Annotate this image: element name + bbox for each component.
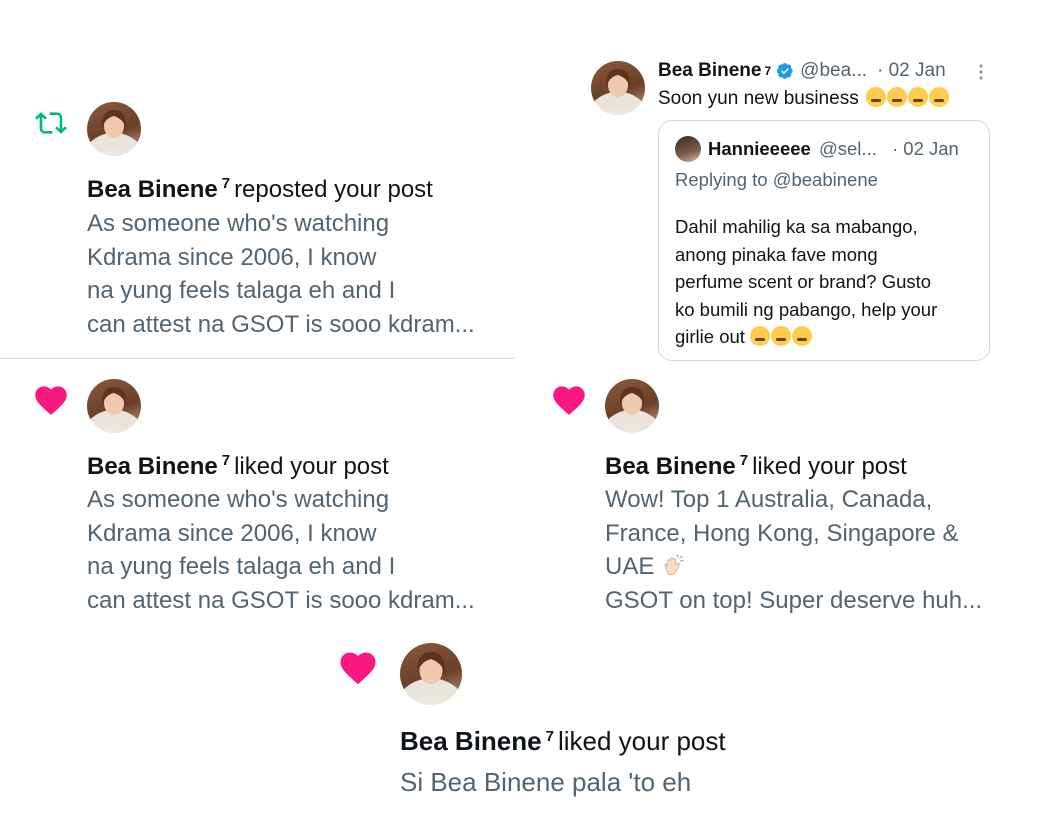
snippet-line: GSOT on top! Super deserve huh... [605, 586, 983, 614]
notification-headline: Bea Binene 7 liked your post [605, 446, 907, 482]
quote-avatar[interactable] [675, 136, 701, 162]
notification-headline: Bea Binene 7 liked your post [400, 722, 726, 756]
avatar[interactable] [87, 379, 141, 433]
snippet-line: As someone who's watching [87, 210, 390, 237]
tweet-date[interactable]: · 02 Jan [877, 58, 946, 84]
user-badge: 7 [221, 175, 231, 192]
avatar[interactable] [400, 643, 462, 705]
heart-icon [551, 382, 587, 416]
snippet-line: can attest na GSOT is sooo kdram... [87, 310, 475, 338]
hug-emoji-icon [771, 326, 792, 346]
post-snippet[interactable]: Wow! Top 1 Australia, Canada, France, Ho… [605, 483, 982, 617]
grimace-emoji-icon [886, 87, 907, 107]
snippet-line: na yung feels talaga eh and I [87, 277, 396, 304]
tweet-handle[interactable]: @bea... [800, 58, 867, 84]
more-options-icon[interactable] [976, 62, 986, 82]
action-text: liked your post [234, 453, 389, 480]
hug-emoji-icon [750, 326, 771, 346]
avatar[interactable] [87, 102, 141, 156]
user-badge: 7 [545, 728, 554, 745]
snippet-line: UAE [605, 553, 655, 580]
heart-icon [338, 648, 378, 685]
notification-headline: Bea Binene 7 liked your post [87, 446, 389, 482]
notification-headline: Bea Binene 7 reposted your post [87, 169, 433, 205]
quote-line-last: girlie out [675, 323, 937, 351]
snippet-line: na yung feels talaga eh and I [87, 553, 396, 580]
user-name[interactable]: Bea Binene [87, 176, 218, 203]
post-snippet[interactable]: As someone who's watching Kdrama since 2… [87, 207, 475, 341]
user-name[interactable]: Bea Binene [400, 726, 542, 756]
quote-user-name[interactable]: Hannieeeee [708, 138, 811, 159]
action-text: reposted your post [234, 176, 433, 203]
snippet-line: can attest na GSOT is sooo kdram... [87, 586, 475, 614]
action-text: liked your post [752, 453, 907, 480]
grimace-emoji-icon [865, 87, 886, 107]
tweet-header: Bea Binene 7 @bea... · 02 Jan [658, 58, 946, 84]
tweet-avatar[interactable] [591, 61, 645, 115]
smirk-emoji-icon [928, 87, 949, 107]
hug-emoji-icon [792, 326, 813, 346]
snippet-line: Kdrama since 2006, I know [87, 519, 377, 547]
heart-icon [33, 382, 69, 416]
snippet-line: Si Bea Binene pala 'to eh [400, 767, 692, 797]
tweet-text: Soon yun new business [658, 86, 950, 112]
quote-handle[interactable]: @sel... [819, 138, 877, 159]
quote-line: Dahil mahilig ka sa mabango, [675, 216, 918, 237]
quote-line: ko bumili ng pabango, help your [675, 298, 938, 320]
clapping-hands-icon [661, 554, 685, 578]
quote-line: perfume scent or brand? Gusto [675, 271, 932, 292]
post-snippet[interactable]: Si Bea Binene pala 'to eh [400, 766, 691, 800]
post-snippet[interactable]: As someone who's watching Kdrama since 2… [87, 483, 475, 617]
quoted-tweet[interactable]: Hannieeeee @sel... · 02 Jan Replying to … [658, 120, 990, 361]
replying-to[interactable]: Replying to @beabinene [675, 167, 878, 193]
smirk-emoji-icon [907, 87, 928, 107]
quote-line: girlie out [675, 326, 745, 347]
user-badge: 7 [221, 452, 231, 469]
snippet-line: Kdrama since 2006, I know [87, 243, 377, 271]
user-name[interactable]: Bea Binene [605, 453, 736, 480]
tweet-user-badge: 7 [764, 64, 772, 78]
tweet-user-name[interactable]: Bea Binene [658, 58, 761, 84]
user-name[interactable]: Bea Binene [87, 453, 218, 480]
user-badge: 7 [739, 452, 749, 469]
quote-header: Hannieeeee @sel... · 02 Jan [708, 136, 959, 162]
snippet-line: As someone who's watching [87, 486, 390, 513]
snippet-line: Wow! Top 1 Australia, Canada, [605, 486, 933, 513]
divider [0, 358, 515, 359]
verified-badge-icon [776, 62, 794, 80]
quote-date: · 02 Jan [891, 138, 959, 159]
snippet-line-with-emoji: UAE [605, 550, 982, 584]
quote-body: Dahil mahilig ka sa mabango, anong pinak… [675, 213, 937, 351]
repost-icon [32, 107, 70, 139]
snippet-line: France, Hong Kong, Singapore & [605, 519, 959, 547]
tweet-text-content: Soon yun new business [658, 88, 859, 109]
avatar[interactable] [605, 379, 659, 433]
notifications-collage: Bea Binene 7 reposted your post As someone… [0, 0, 1048, 835]
action-text: liked your post [557, 726, 726, 756]
quote-line: anong pinaka fave mong [675, 243, 878, 265]
